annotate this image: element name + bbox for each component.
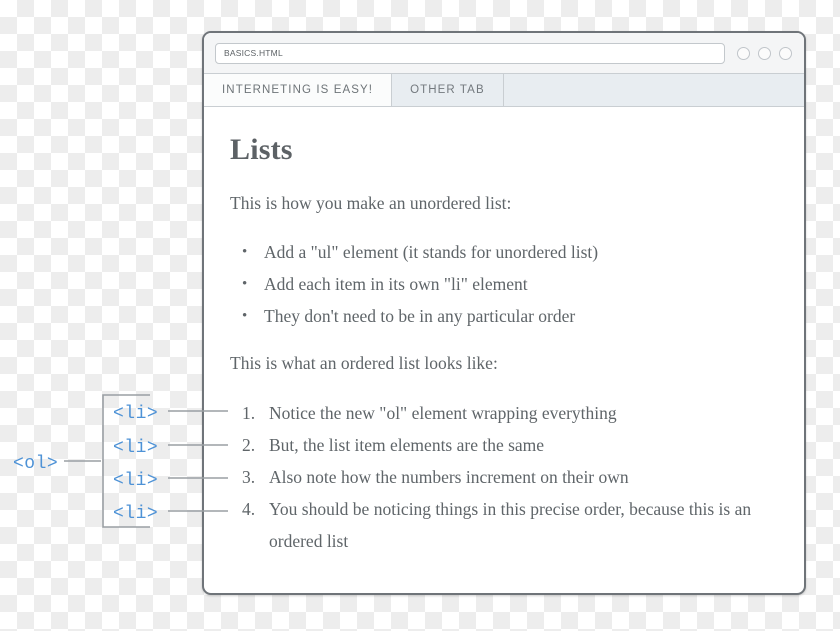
tab-other-tab[interactable]: OTHER TAB (392, 74, 504, 106)
list-item: Add each item in its own "li" element (242, 268, 770, 300)
annotation-label-li-2: <li> (113, 438, 158, 458)
annotation-label-ol: <ol> (13, 454, 58, 474)
minimize-circle-icon[interactable] (737, 46, 750, 60)
tab-interneting-is-easy[interactable]: INTERNETING IS EASY! (204, 74, 393, 106)
ol-group-bracket (102, 394, 150, 528)
intro-paragraph-ordered: This is what an ordered list looks like: (230, 353, 498, 373)
annotation-label-li-4: <li> (113, 504, 158, 524)
unordered-list: Add a "ul" element (it stands for unorde… (230, 236, 770, 332)
page-content: Lists This is how you make an unordered … (204, 107, 804, 557)
url-bar[interactable]: BASICS.HTML (215, 42, 725, 64)
browser-window: BASICS.HTML INTERNETING IS EASY! OTHER T… (202, 31, 806, 595)
tab-label: INTERNETING IS EASY! (222, 84, 374, 96)
list-item: They don't need to be in any particular … (242, 300, 770, 332)
annotation-label-li-3: <li> (113, 471, 158, 491)
page-title: Lists (230, 133, 293, 166)
annotation-label-li-1: <li> (113, 404, 158, 424)
intro-paragraph-unordered: This is how you make an unordered list: (230, 193, 512, 213)
list-item: Also note how the numbers increment on t… (242, 461, 629, 493)
browser-title-bar: BASICS.HTML (204, 33, 804, 74)
maximize-circle-icon[interactable] (758, 46, 771, 60)
close-circle-icon[interactable] (779, 46, 792, 60)
list-item: But, the list item elements are the same (242, 429, 545, 461)
list-item: You should be noticing things in this pr… (242, 493, 752, 551)
list-item: Add a "ul" element (it stands for unorde… (242, 236, 770, 268)
list-item: Notice the new "ol" element wrapping eve… (242, 397, 617, 429)
ordered-list: Notice the new "ol" element wrapping eve… (230, 397, 770, 557)
tab-bar-filler (503, 74, 804, 106)
tab-bar: INTERNETING IS EASY! OTHER TAB (204, 74, 804, 107)
url-text: BASICS.HTML (224, 48, 283, 58)
window-controls (737, 46, 792, 60)
tab-label: OTHER TAB (410, 84, 485, 96)
